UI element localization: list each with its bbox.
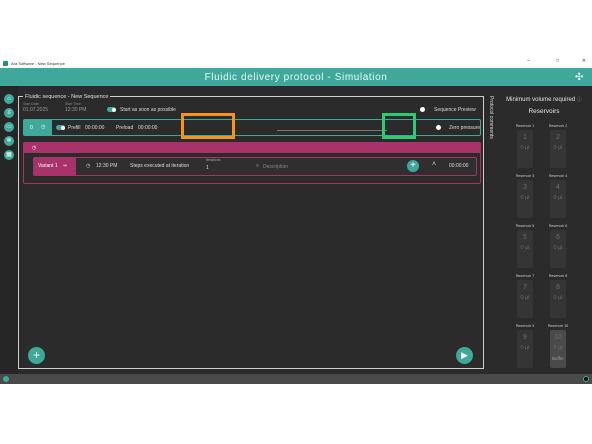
start-date-field[interactable]: 01.07.2025 bbox=[23, 107, 48, 113]
prefill-label: Prefill bbox=[68, 125, 81, 131]
iterations-highlight bbox=[181, 113, 235, 139]
reservoir-7[interactable]: Reservoir 770 µl bbox=[513, 274, 537, 320]
reservoir-2[interactable]: Reservoir 220 µl bbox=[546, 124, 570, 170]
variant-time[interactable]: 12:30 PM bbox=[96, 163, 117, 169]
window-title: Ara Software - New Sequence bbox=[11, 60, 65, 66]
left-nav: ⌂ ≡ ▭ ✲ ▦ bbox=[0, 86, 18, 374]
banner-title: Fluidic delivery protocol - Simulation bbox=[204, 71, 388, 83]
window-titlebar: Ara Software - New Sequence – □ ✕ bbox=[0, 58, 592, 68]
variant-block: ◷ Variant 1 ⇹ ◷ 12:30 PM Steps executed … bbox=[23, 142, 481, 184]
protocol-comments-tab[interactable]: Protocol comments bbox=[485, 96, 495, 186]
reservoir-4[interactable]: Reservoir 440 µl bbox=[546, 174, 570, 220]
zero-pressure-label: Zero pressure bbox=[449, 125, 481, 131]
buffer-label: Buffer bbox=[552, 356, 564, 361]
add-variant-button[interactable]: + bbox=[28, 347, 45, 364]
reservoir-8[interactable]: Reservoir 880 µl bbox=[546, 274, 570, 320]
close-button[interactable]: ✕ bbox=[582, 58, 586, 64]
sequence-preview-label: Sequence Preview bbox=[434, 107, 476, 113]
variant-clock-icon[interactable]: ◷ bbox=[32, 145, 36, 151]
nav-calendar-icon[interactable]: ▦ bbox=[4, 150, 14, 160]
status-left-icon[interactable] bbox=[3, 376, 9, 382]
chevron-up-icon[interactable]: ˄ bbox=[432, 161, 436, 168]
nav-sequence-icon[interactable]: ≡ bbox=[4, 108, 14, 118]
variant-link-icon: ⇹ bbox=[63, 163, 68, 169]
info-icon[interactable]: ⓘ bbox=[577, 97, 582, 103]
start-asap-label: Start as soon as possible bbox=[120, 107, 176, 113]
start-date-label: Start Date bbox=[23, 102, 39, 106]
protocol-comments-label: Protocol comments bbox=[488, 96, 494, 139]
description-icon: ≡ bbox=[256, 163, 259, 169]
nav-settings-icon[interactable]: ✲ bbox=[4, 136, 14, 146]
reservoir-3[interactable]: Reservoir 330 µl bbox=[513, 174, 537, 220]
variant-duration: 00:00:00 bbox=[449, 163, 469, 169]
reservoir-5[interactable]: Reservoir 550 µl bbox=[513, 224, 537, 270]
description-input[interactable]: Description bbox=[263, 164, 288, 170]
description-underline bbox=[277, 130, 387, 131]
steps-executed-label: Steps executed at iteration bbox=[130, 163, 190, 169]
status-right-icon[interactable] bbox=[583, 376, 589, 382]
app-icon bbox=[3, 60, 8, 66]
sequence-title: Fluidic sequence - New Sequence bbox=[23, 94, 111, 100]
maximize-button[interactable]: □ bbox=[556, 58, 559, 64]
zero-pressure-radio[interactable] bbox=[436, 125, 441, 130]
variant-header: ◷ bbox=[24, 143, 480, 153]
add-step-button[interactable]: + bbox=[407, 160, 419, 172]
sequence-preview-radio[interactable] bbox=[420, 107, 425, 112]
reservoirs-subtitle: Reservoirs bbox=[528, 108, 560, 115]
app-banner: Fluidic delivery protocol - Simulation ✣ bbox=[0, 68, 592, 86]
iterations-input[interactable]: 1 bbox=[206, 165, 209, 171]
preload-label: Preload bbox=[116, 125, 134, 131]
status-bar bbox=[0, 374, 592, 384]
preload-time[interactable]: 00:00:00 bbox=[138, 125, 157, 131]
reservoir-9[interactable]: Reservoir 990 µl bbox=[513, 324, 537, 370]
iterations-label: Iterations bbox=[206, 158, 221, 162]
prefill-toggle[interactable] bbox=[56, 125, 65, 130]
reservoir-1[interactable]: Reservoir 110 µl bbox=[513, 124, 537, 170]
reservoir-10-buffer[interactable]: Reservoir 10 10 0 µl Buffer bbox=[546, 324, 570, 370]
nav-folder-icon[interactable]: ▭ bbox=[4, 122, 14, 132]
reservoir-6[interactable]: Reservoir 660 µl bbox=[546, 224, 570, 270]
nav-home-icon[interactable]: ⌂ bbox=[4, 94, 14, 104]
prefill-index: 0 bbox=[30, 125, 33, 131]
minimize-button[interactable]: – bbox=[527, 58, 530, 64]
prefill-index-block: 0 ◷ bbox=[24, 120, 52, 135]
add-step-highlight bbox=[382, 113, 416, 139]
reservoirs-panel: Minimum volume required ⓘ Reservoirs Res… bbox=[496, 96, 592, 374]
variant-name: Variant 1 bbox=[38, 163, 58, 169]
min-volume-title: Minimum volume required ⓘ bbox=[506, 97, 582, 103]
start-time-label: Start Time bbox=[65, 102, 81, 106]
start-time-field[interactable]: 12:30 PM bbox=[65, 107, 86, 113]
clock-icon: ◷ bbox=[41, 124, 46, 130]
start-asap-toggle[interactable] bbox=[107, 107, 116, 112]
variant-tag[interactable]: Variant 1 ⇹ bbox=[34, 158, 76, 175]
prefill-time[interactable]: 00:00:00 bbox=[85, 125, 104, 131]
run-simulation-button[interactable]: ▶ bbox=[456, 347, 473, 364]
time-clock-icon: ◷ bbox=[86, 163, 91, 169]
variant-row: Variant 1 ⇹ ◷ 12:30 PM Steps executed at… bbox=[33, 157, 477, 176]
app-window: Ara Software - New Sequence – □ ✕ Fluidi… bbox=[0, 58, 592, 384]
brand-logo-icon: ✣ bbox=[575, 72, 584, 83]
